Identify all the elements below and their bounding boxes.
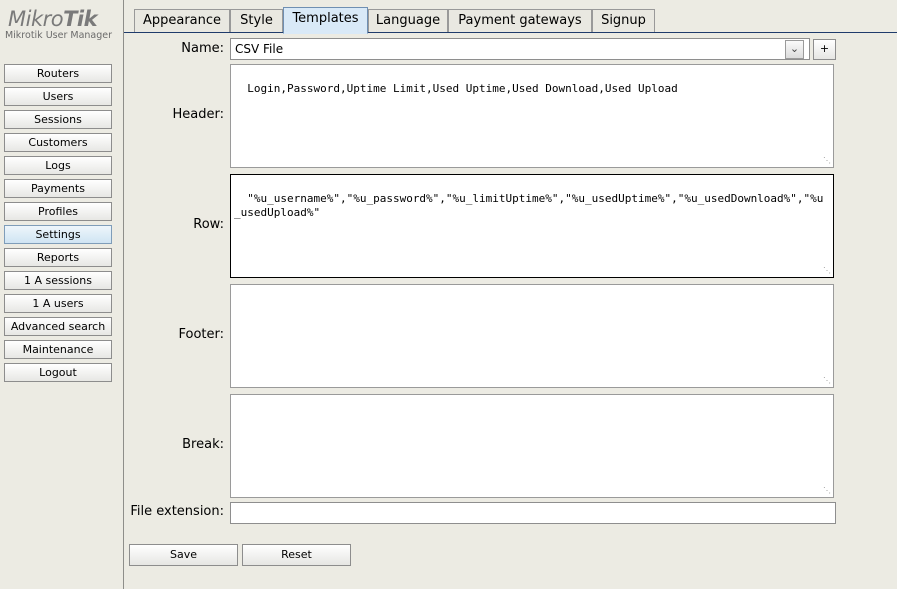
row-label: Row: xyxy=(193,217,224,232)
app-subtitle: Mikrotik User Manager xyxy=(4,30,113,41)
mikrotik-logo: MikroTik xyxy=(8,7,98,31)
file-extension-input[interactable] xyxy=(230,502,836,524)
sidebar-item-logs[interactable]: Logs xyxy=(4,156,112,175)
sidebar-item-1a-users[interactable]: 1 A users xyxy=(4,294,112,313)
row-textarea[interactable]: "%u_username%","%u_password%","%u_limitU… xyxy=(230,174,834,278)
sidebar-item-sessions[interactable]: Sessions xyxy=(4,110,112,129)
sidebar-item-logout[interactable]: Logout xyxy=(4,363,112,382)
tab-appearance[interactable]: Appearance xyxy=(134,9,230,33)
sidebar-item-reports[interactable]: Reports xyxy=(4,248,112,267)
tab-underline xyxy=(124,32,897,33)
sidebar-item-1a-sessions[interactable]: 1 A sessions xyxy=(4,271,112,290)
sidebar-item-users[interactable]: Users xyxy=(4,87,112,106)
tab-signup[interactable]: Signup xyxy=(592,9,655,33)
header-label: Header: xyxy=(172,107,225,122)
resize-grip-icon[interactable]: ⋱ xyxy=(823,157,831,165)
sidebar: MikroTik Mikrotik User Manager Routers U… xyxy=(0,0,124,589)
name-label: Name: xyxy=(181,41,224,56)
row-text: "%u_username%","%u_password%","%u_limitU… xyxy=(234,192,824,219)
file-extension-label: File extension: xyxy=(130,504,224,519)
sidebar-item-routers[interactable]: Routers xyxy=(4,64,112,83)
tab-language[interactable]: Language xyxy=(368,9,448,33)
save-button[interactable]: Save xyxy=(129,544,238,566)
add-template-button[interactable]: + xyxy=(813,39,836,60)
chevron-down-icon[interactable]: ⌄ xyxy=(785,40,804,59)
resize-grip-icon[interactable]: ⋱ xyxy=(823,487,831,495)
sidebar-item-settings[interactable]: Settings xyxy=(4,225,112,244)
resize-grip-icon[interactable]: ⋱ xyxy=(823,377,831,385)
sidebar-item-customers[interactable]: Customers xyxy=(4,133,112,152)
break-textarea[interactable]: ⋱ xyxy=(230,394,834,498)
tab-templates[interactable]: Templates xyxy=(283,7,368,34)
template-name-select[interactable]: CSV File xyxy=(230,38,810,60)
sidebar-item-profiles[interactable]: Profiles xyxy=(4,202,112,221)
sidebar-item-payments[interactable]: Payments xyxy=(4,179,112,198)
resize-grip-icon[interactable]: ⋱ xyxy=(823,267,831,275)
tab-payment-gateways[interactable]: Payment gateways xyxy=(448,9,592,33)
tab-style[interactable]: Style xyxy=(230,9,283,33)
sidebar-item-advanced-search[interactable]: Advanced search xyxy=(4,317,112,336)
footer-label: Footer: xyxy=(178,327,224,342)
footer-textarea[interactable]: ⋱ xyxy=(230,284,834,388)
sidebar-item-maintenance[interactable]: Maintenance xyxy=(4,340,112,359)
header-text: Login,Password,Uptime Limit,Used Uptime,… xyxy=(247,82,678,95)
header-textarea[interactable]: Login,Password,Uptime Limit,Used Uptime,… xyxy=(230,64,834,168)
break-label: Break: xyxy=(182,437,224,452)
reset-button[interactable]: Reset xyxy=(242,544,351,566)
